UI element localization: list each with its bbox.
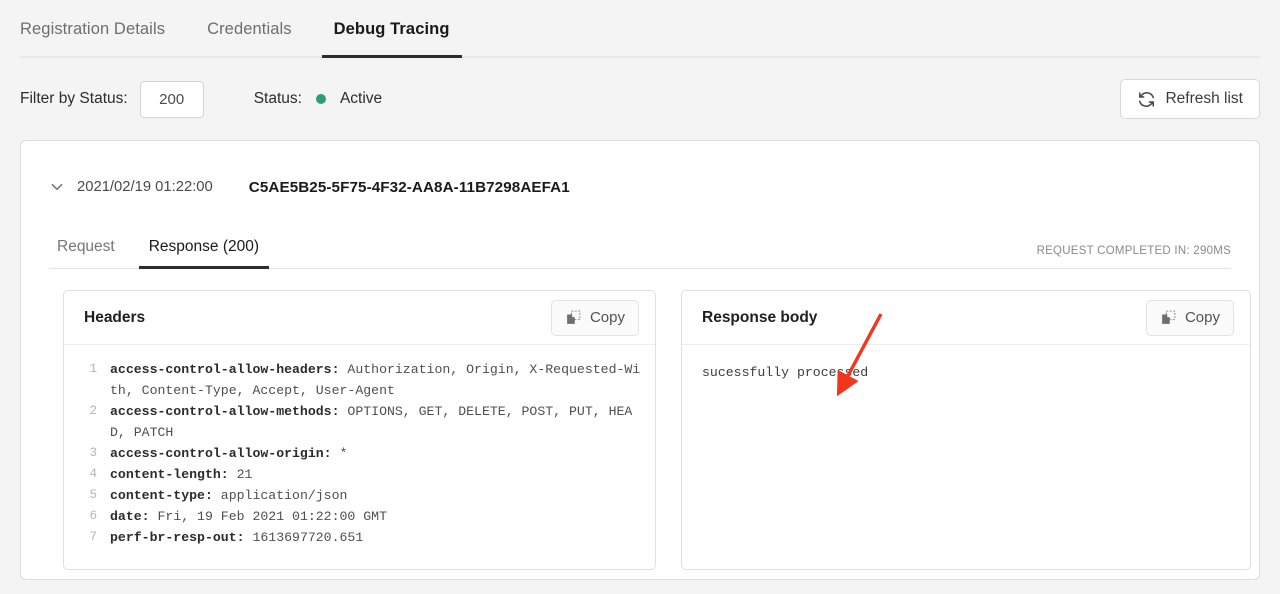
trace-entry-timestamp: 2021/02/19 01:22:00 (77, 179, 213, 195)
line-number: 1 (89, 362, 97, 376)
header-line: 1 access-control-allow-headers: Authoriz… (64, 359, 655, 401)
headers-panel: Headers Copy 1 access-control-allow-head… (63, 290, 656, 570)
copy-headers-button[interactable]: Copy (550, 299, 639, 336)
line-number: 4 (89, 467, 97, 481)
header-key: access-control-allow-origin: (110, 446, 332, 461)
copy-response-body-button[interactable]: Copy (1145, 299, 1234, 336)
tab-response[interactable]: Response (200) (138, 225, 270, 269)
response-body-panel: Response body Copy sucessfully processed (681, 290, 1251, 570)
tab-bar-divider (20, 56, 1260, 58)
debug-tracing-page: Registration Details Credentials Debug T… (0, 0, 1280, 594)
header-key: perf-br-resp-out: (110, 530, 245, 545)
header-text: access-control-allow-methods: OPTIONS, G… (110, 401, 641, 443)
copy-label: Copy (1184, 309, 1220, 326)
trace-detail-tab-bar: Request Response (200) REQUEST COMPLETED… (49, 225, 1231, 269)
header-value: Fri, 19 Feb 2021 01:22:00 GMT (149, 509, 387, 524)
status-label: Status: (253, 90, 302, 107)
response-body-panel-title: Response body (702, 308, 818, 326)
line-number: 2 (89, 404, 97, 418)
header-key: access-control-allow-headers: (110, 362, 340, 377)
response-panels: Headers Copy 1 access-control-allow-head… (63, 290, 1251, 570)
header-line: 6 date: Fri, 19 Feb 2021 01:22:00 GMT (64, 506, 655, 527)
tab-credentials[interactable]: Credentials (195, 0, 304, 58)
tab-debug-tracing[interactable]: Debug Tracing (321, 0, 462, 58)
header-text: date: Fri, 19 Feb 2021 01:22:00 GMT (110, 506, 641, 527)
refresh-list-label: Refresh list (1165, 90, 1243, 107)
response-body-content: sucessfully processed (702, 365, 869, 380)
line-number: 7 (89, 530, 97, 544)
line-number: 6 (89, 509, 97, 523)
line-number: 5 (89, 488, 97, 502)
copy-label: Copy (589, 309, 625, 326)
filter-toolbar: Filter by Status: Status: Active Refresh… (0, 58, 1280, 140)
headers-panel-title: Headers (84, 308, 146, 326)
tab-request[interactable]: Request (49, 225, 125, 269)
status-value: Active (339, 90, 383, 107)
trace-entry-card: 2021/02/19 01:22:00 C5AE5B25-5F75-4F32-A… (20, 140, 1260, 580)
header-value: application/json (212, 488, 348, 503)
header-value: 1613697720.651 (244, 530, 364, 545)
header-value: 21 (228, 467, 253, 482)
header-text: content-length: 21 (110, 464, 641, 485)
trace-entry-id: C5AE5B25-5F75-4F32-AA8A-11B7298AEFA1 (248, 178, 570, 196)
header-key: date: (110, 509, 150, 524)
header-text: access-control-allow-origin: * (110, 443, 641, 464)
copy-icon (565, 309, 582, 326)
header-text: content-type: application/json (110, 485, 641, 506)
header-line: 7 perf-br-resp-out: 1613697720.651 (64, 527, 655, 548)
headers-content: 1 access-control-allow-headers: Authoriz… (64, 345, 655, 548)
header-key: access-control-allow-methods: (110, 404, 340, 419)
response-body-panel-header: Response body Copy (682, 291, 1250, 345)
request-completed-note: REQUEST COMPLETED IN: 290MS (1036, 245, 1231, 257)
primary-tab-bar: Registration Details Credentials Debug T… (0, 0, 1280, 58)
header-line: 5 content-type: application/json (64, 485, 655, 506)
trace-entry-header[interactable]: 2021/02/19 01:22:00 C5AE5B25-5F75-4F32-A… (21, 141, 1259, 203)
filter-by-status-label: Filter by Status: (20, 90, 128, 107)
filter-status-input[interactable] (139, 80, 204, 118)
tab-registration-details[interactable]: Registration Details (20, 0, 177, 58)
refresh-list-button[interactable]: Refresh list (1120, 79, 1260, 119)
tab-label: Registration Details (20, 19, 166, 38)
line-number: 3 (89, 446, 97, 460)
header-line: 3 access-control-allow-origin: * (64, 443, 655, 464)
tab-label: Credentials (207, 19, 292, 38)
header-text: access-control-allow-headers: Authorizat… (110, 359, 641, 401)
tab-label: Request (57, 238, 115, 255)
status-group: Status: Active (254, 90, 382, 108)
header-text: perf-br-resp-out: 1613697720.651 (110, 527, 641, 548)
status-dot-icon (315, 94, 326, 104)
header-value: * (331, 446, 348, 461)
refresh-icon (1137, 90, 1156, 109)
tab-label: Response (200) (148, 238, 260, 255)
chevron-down-icon[interactable] (49, 179, 65, 195)
headers-panel-header: Headers Copy (64, 291, 655, 345)
header-line: 2 access-control-allow-methods: OPTIONS,… (64, 401, 655, 443)
tab-label: Debug Tracing (333, 19, 450, 38)
header-line: 4 content-length: 21 (64, 464, 655, 485)
header-key: content-length: (110, 467, 229, 482)
copy-icon (1160, 309, 1177, 326)
header-key: content-type: (110, 488, 213, 503)
